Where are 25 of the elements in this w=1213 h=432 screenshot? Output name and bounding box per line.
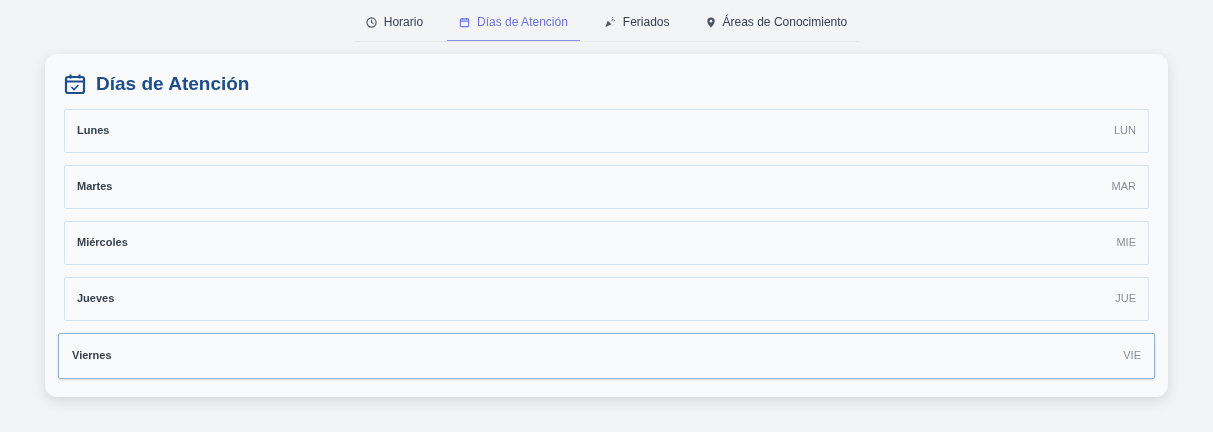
day-abbreviation: JUE <box>1115 291 1136 307</box>
party-popper-icon <box>603 16 616 28</box>
panel-title: Días de Atención <box>96 72 250 96</box>
tab[interactable]: Áreas de Conocimiento <box>693 9 860 41</box>
day-row[interactable]: Martes MAR <box>64 164 1149 209</box>
calendar-icon <box>459 16 471 28</box>
day-abbreviation: MAR <box>1111 179 1136 195</box>
tab[interactable]: Días de Atención <box>447 9 580 41</box>
day-name: Miércoles <box>77 235 128 251</box>
day-row[interactable]: Lunes LUN <box>64 108 1149 153</box>
clock-icon <box>365 16 377 28</box>
day-name: Martes <box>77 179 113 195</box>
day-abbreviation: VIE <box>1123 348 1141 364</box>
day-row[interactable]: Jueves JUE <box>64 276 1149 321</box>
day-abbreviation: LUN <box>1114 123 1136 139</box>
day-name: Viernes <box>72 348 112 364</box>
day-name: Jueves <box>77 291 115 307</box>
day-row[interactable]: Viernes VIE <box>58 332 1155 379</box>
tab[interactable]: Feriados <box>591 9 682 41</box>
map-pin-icon <box>705 16 716 28</box>
calendar-check-icon <box>64 73 86 96</box>
day-abbreviation: MIE <box>1116 235 1136 251</box>
day-name: Lunes <box>77 123 110 139</box>
day-row[interactable]: Miércoles MIE <box>64 220 1149 265</box>
tab[interactable]: Horario <box>353 9 436 41</box>
